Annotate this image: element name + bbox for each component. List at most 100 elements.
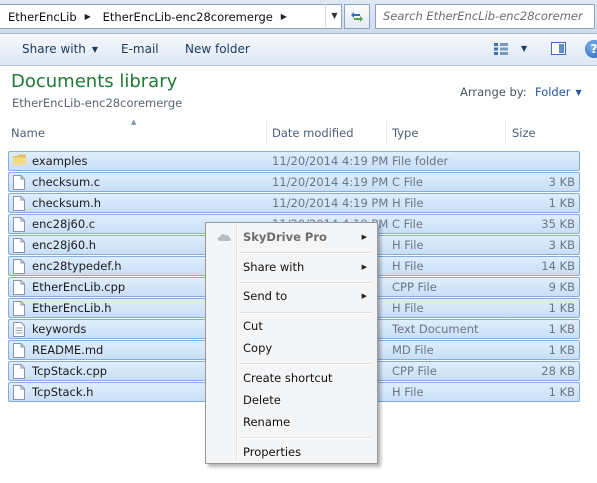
- file-size: 3 KB: [548, 238, 575, 252]
- column-divider[interactable]: [505, 121, 506, 145]
- new-folder-label: New folder: [185, 42, 250, 56]
- chevron-down-icon: ▼: [91, 45, 99, 54]
- file-icon: [13, 280, 25, 295]
- column-header-type[interactable]: Type: [392, 121, 418, 145]
- file-date-modified: 11/20/2014 4:19 PM: [272, 175, 389, 189]
- file-name: TcpStack.h: [32, 385, 94, 399]
- breadcrumb-item-enc28coremerge[interactable]: EtherEncLib-enc28coremerge: [95, 10, 277, 24]
- menu-item-delete[interactable]: Delete: [208, 389, 375, 411]
- menu-item-rename[interactable]: Rename: [208, 411, 375, 433]
- submenu-arrow-icon: ▶: [361, 233, 367, 241]
- chevron-right-icon[interactable]: ▶: [81, 5, 95, 28]
- refresh-button[interactable]: [344, 4, 370, 29]
- file-type: H File: [392, 259, 424, 273]
- file-name: EtherEncLib.cpp: [32, 280, 126, 294]
- file-icon: [13, 301, 25, 316]
- column-divider[interactable]: [386, 121, 387, 145]
- context-menu: SkyDrive Pro ▶ Share with ▶ Send to ▶ Cu…: [205, 222, 378, 464]
- menu-separator: [239, 282, 372, 284]
- refresh-icon: [351, 11, 363, 22]
- file-size: 3 KB: [548, 175, 575, 189]
- file-size: 1 KB: [548, 196, 575, 210]
- arrange-by-dropdown[interactable]: Folder ▼: [535, 85, 582, 99]
- menu-label: Send to: [243, 289, 288, 303]
- chevron-down-icon: ▼: [575, 88, 582, 97]
- file-size: 1 KB: [548, 322, 575, 336]
- share-with-label: Share with: [22, 42, 86, 56]
- file-name: TcpStack.cpp: [32, 364, 108, 378]
- file-row[interactable]: checksum.h 11/20/2014 4:19 PM H File 1 KB: [8, 193, 580, 213]
- file-size: 1 KB: [548, 343, 575, 357]
- file-type: CPP File: [392, 364, 437, 378]
- menu-separator: [239, 312, 372, 314]
- column-header-date-modified[interactable]: Date modified: [272, 121, 354, 145]
- menu-item-skydrive-pro[interactable]: SkyDrive Pro ▶: [208, 226, 375, 248]
- file-icon: [13, 364, 25, 379]
- file-name: EtherEncLib.h: [32, 301, 112, 315]
- column-header-size[interactable]: Size: [512, 121, 536, 145]
- file-type: CPP File: [392, 280, 437, 294]
- address-bar: EtherEncLib ▶ EtherEncLib-enc28coremerge…: [0, 0, 597, 34]
- menu-item-send-to[interactable]: Send to ▶: [208, 285, 375, 307]
- menu-item-cut[interactable]: Cut: [208, 315, 375, 337]
- arrange-by-label: Arrange by:: [460, 85, 527, 99]
- breadcrumb-item-etherenclib[interactable]: EtherEncLib: [0, 10, 81, 24]
- menu-item-share-with[interactable]: Share with ▶: [208, 256, 375, 278]
- file-icon: [13, 385, 25, 400]
- email-button[interactable]: E-mail: [121, 34, 159, 65]
- file-name: checksum.h: [32, 196, 102, 210]
- sort-ascending-icon: ▲: [131, 118, 137, 126]
- file-row[interactable]: checksum.c 11/20/2014 4:19 PM C File 3 KB: [8, 172, 580, 192]
- column-divider[interactable]: [266, 121, 267, 145]
- view-options-chevron-icon[interactable]: ▼: [521, 44, 527, 53]
- file-date-modified: 11/20/2014 4:19 PM: [272, 154, 389, 168]
- menu-label: Cut: [243, 319, 263, 333]
- menu-item-copy[interactable]: Copy: [208, 337, 375, 359]
- file-type: Text Document: [392, 322, 479, 336]
- file-size: 28 KB: [541, 364, 575, 378]
- file-icon: [13, 238, 25, 253]
- menu-label: Share with: [243, 260, 305, 274]
- cloud-icon: [217, 234, 231, 241]
- file-type: H File: [392, 238, 424, 252]
- file-type: MD File: [392, 343, 434, 357]
- file-date-modified: 11/20/2014 4:19 PM: [272, 196, 389, 210]
- search-box[interactable]: [375, 4, 595, 29]
- library-title: Documents library: [11, 71, 178, 92]
- menu-label: Create shortcut: [243, 371, 333, 385]
- menu-label: SkyDrive Pro: [243, 230, 327, 244]
- file-name: enc28j60.h: [32, 238, 97, 252]
- file-size: 35 KB: [541, 217, 575, 231]
- menu-separator: [239, 252, 372, 254]
- menu-item-properties[interactable]: Properties: [208, 441, 375, 463]
- menu-label: Rename: [243, 415, 291, 429]
- file-size: 9 KB: [548, 280, 575, 294]
- library-subtitle: EtherEncLib-enc28coremerge: [12, 96, 183, 110]
- submenu-arrow-icon: ▶: [361, 292, 367, 300]
- file-type: H File: [392, 301, 424, 315]
- file-type: H File: [392, 385, 424, 399]
- file-name: README.md: [32, 343, 104, 357]
- chevron-right-icon[interactable]: ▶: [277, 5, 291, 28]
- menu-label: Delete: [243, 393, 281, 407]
- file-size: 1 KB: [548, 385, 575, 399]
- file-name: examples: [32, 154, 88, 168]
- file-icon: [13, 343, 25, 358]
- file-name: keywords: [32, 322, 87, 336]
- file-row[interactable]: examples 11/20/2014 4:19 PM File folder: [8, 151, 580, 171]
- address-history-dropdown[interactable]: ▼: [325, 4, 343, 27]
- file-type: H File: [392, 196, 424, 210]
- arrange-by-value: Folder: [535, 85, 571, 99]
- menu-label: Copy: [243, 341, 273, 355]
- preview-pane-icon[interactable]: [551, 42, 566, 55]
- new-folder-button[interactable]: New folder: [185, 34, 250, 65]
- breadcrumb[interactable]: EtherEncLib ▶ EtherEncLib-enc28coremerge…: [0, 4, 342, 29]
- submenu-arrow-icon: ▶: [361, 263, 367, 271]
- help-icon[interactable]: ?: [585, 40, 597, 58]
- share-with-button[interactable]: Share with ▼: [22, 34, 98, 65]
- file-type: C File: [392, 175, 423, 189]
- menu-item-create-shortcut[interactable]: Create shortcut: [208, 367, 375, 389]
- search-input[interactable]: [376, 5, 583, 26]
- change-view-icon[interactable]: [494, 43, 508, 55]
- column-header-name[interactable]: Name: [11, 121, 45, 145]
